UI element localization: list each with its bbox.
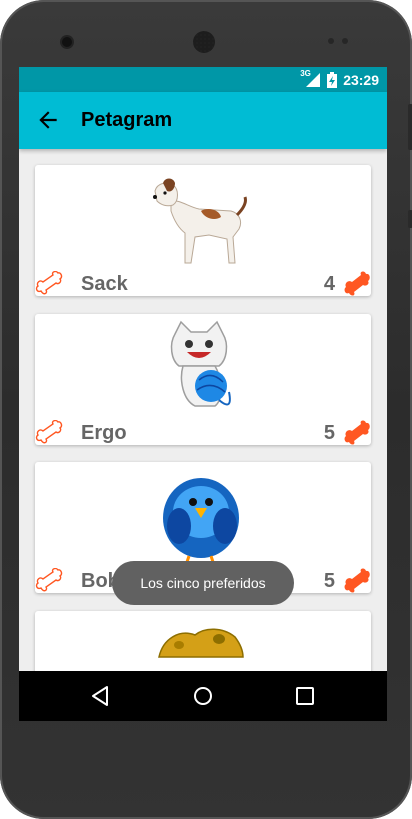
bone-filled-icon[interactable] — [343, 420, 371, 446]
nav-recents-icon[interactable] — [293, 684, 317, 708]
page-title: Petagram — [81, 109, 173, 131]
bone-filled-icon[interactable] — [343, 271, 371, 297]
front-camera — [62, 37, 72, 47]
pet-rating: 5 — [323, 570, 335, 592]
network-type: 3G — [300, 68, 311, 78]
power-button — [408, 210, 412, 228]
app-bar: Petagram — [19, 92, 387, 149]
bone-outline-icon[interactable] — [35, 419, 63, 446]
battery-icon — [327, 71, 338, 88]
light-sensor — [342, 38, 348, 44]
bird-image — [149, 468, 249, 564]
pet-name: Sack — [81, 273, 128, 295]
toast-message: Los cinco preferidos — [112, 561, 294, 605]
screen: 3G 23:29 Petagram Sack 4 Ergo 5 Bob 5 Lo… — [19, 67, 387, 721]
nav-back-icon[interactable] — [89, 684, 113, 708]
pet-card[interactable]: Ergo 5 — [35, 314, 371, 445]
back-arrow-icon[interactable] — [35, 107, 61, 133]
signal-icon: 3G — [300, 68, 321, 88]
nav-home-icon[interactable] — [191, 684, 215, 708]
dog-image — [149, 171, 249, 267]
phone-frame: 3G 23:29 Petagram Sack 4 Ergo 5 Bob 5 Lo… — [0, 0, 412, 819]
navigation-bar — [19, 671, 387, 721]
status-time: 23:29 — [343, 71, 379, 88]
pet-rating: 4 — [323, 273, 335, 295]
bone-outline-icon[interactable] — [35, 270, 63, 297]
pet-card[interactable]: Sack 4 — [35, 165, 371, 296]
bone-outline-icon[interactable] — [35, 567, 63, 594]
bone-filled-icon[interactable] — [343, 568, 371, 594]
status-bar: 3G 23:29 — [19, 67, 387, 92]
volume-button — [408, 104, 412, 150]
cat-image — [149, 320, 249, 416]
pet-card[interactable] — [35, 611, 371, 671]
pet-rating: 5 — [323, 422, 335, 444]
pet-image-partial — [149, 617, 249, 671]
earpiece-speaker — [193, 31, 215, 53]
pet-name: Ergo — [81, 422, 127, 444]
proximity-sensor — [328, 38, 334, 44]
